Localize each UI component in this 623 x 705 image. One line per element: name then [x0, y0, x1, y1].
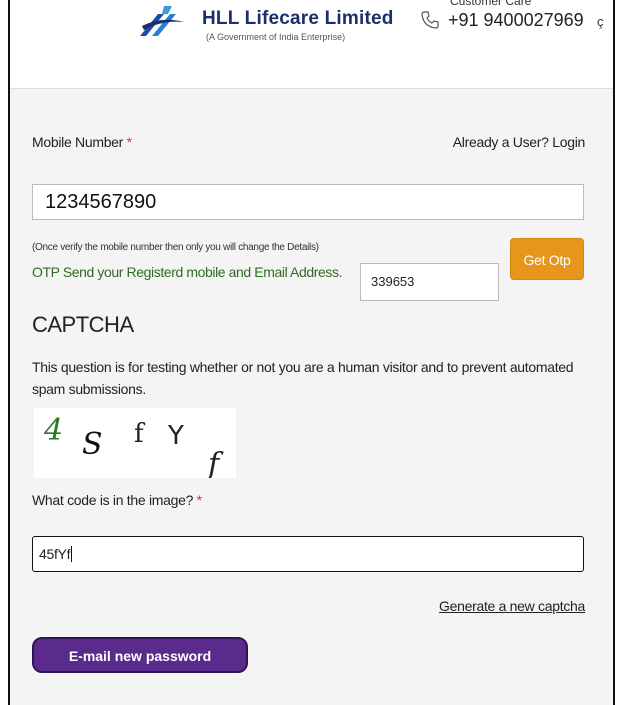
logo-icon	[140, 6, 184, 36]
phone-icon	[421, 11, 439, 29]
customer-care-label: Customer Care	[450, 0, 532, 8]
captcha-code-value: 45fYf	[39, 546, 71, 562]
text-caret	[71, 546, 73, 562]
generate-captcha-link[interactable]: Generate a new captcha	[439, 598, 585, 614]
captcha-code-label-text: What code is in the image?	[32, 492, 194, 508]
customer-care-number: +91 9400027969	[448, 10, 584, 30]
captcha-image: 4 S f Y f	[34, 408, 236, 478]
mobile-number-label: Mobile Number *	[32, 134, 132, 150]
brand-name: HLL Lifecare Limited	[202, 8, 394, 29]
mobile-number-label-text: Mobile Number	[32, 134, 124, 150]
otp-sent-message: OTP Send your Registerd mobile and Email…	[32, 264, 343, 280]
captcha-char-2: S	[82, 427, 103, 462]
captcha-description: This question is for testing whether or …	[32, 359, 574, 397]
edge-icon: ç	[597, 14, 604, 29]
brand-subtitle: (A Government of India Enterprise)	[206, 32, 346, 42]
verify-note: (Once verify the mobile number then only…	[32, 242, 319, 253]
required-mark: *	[126, 134, 132, 150]
captcha-code-input[interactable]: 45fYf	[32, 536, 584, 572]
captcha-char-4: Y	[167, 421, 184, 451]
required-mark: *	[196, 492, 202, 508]
site-header: HLL Lifecare Limited (A Government of In…	[10, 0, 613, 89]
page-frame: HLL Lifecare Limited (A Government of In…	[8, 0, 615, 705]
captcha-char-1: 4	[43, 413, 63, 448]
login-link[interactable]: Already a User? Login	[453, 134, 586, 150]
captcha-code-label: What code is in the image? *	[32, 492, 202, 508]
get-otp-button[interactable]: Get Otp	[510, 238, 584, 280]
otp-input[interactable]: 339653	[360, 263, 499, 301]
reset-form: Mobile Number * Already a User? Login 12…	[10, 88, 613, 705]
captcha-title: CAPTCHA	[32, 312, 134, 337]
mobile-number-input[interactable]: 1234567890	[32, 184, 584, 220]
email-new-password-button[interactable]: E-mail new password	[32, 637, 248, 673]
